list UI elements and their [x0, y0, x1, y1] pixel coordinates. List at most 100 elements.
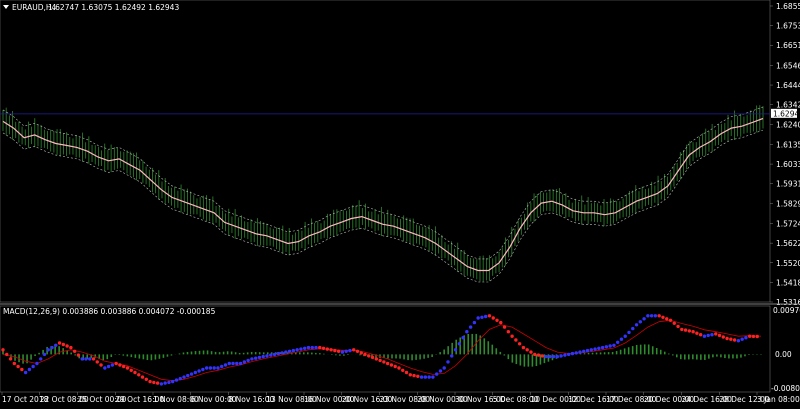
- macd-point: [491, 316, 495, 320]
- price-scale-label: 1.55200: [776, 259, 800, 268]
- macd-point: [521, 345, 526, 350]
- price-scale[interactable]: 1.68550 1.67530 1.66510 1.65460 1.64440 1.634…: [770, 2, 800, 307]
- macd-point: [683, 328, 688, 332]
- macd-point: [529, 350, 533, 354]
- macd-point: [204, 366, 209, 370]
- macd-point: [103, 366, 107, 370]
- macd-point: [646, 314, 650, 318]
- price-scale-label: 1.59310: [776, 180, 800, 189]
- macd-point: [174, 378, 179, 382]
- macd-point: [615, 340, 620, 344]
- macd-point: [506, 330, 511, 334]
- macd-point: [585, 348, 590, 353]
- macd-point: [216, 366, 220, 370]
- macd-point: [231, 361, 235, 366]
- macd-point: [99, 363, 103, 367]
- macd-point: [212, 366, 216, 370]
- price-scale-label: 1.54180: [776, 278, 800, 287]
- macd-point: [510, 334, 514, 338]
- macd-point: [484, 314, 488, 319]
- macd-point: [197, 369, 201, 373]
- macd-point: [8, 357, 13, 361]
- macd-point: [318, 345, 322, 350]
- price-scale-label: 1.65460: [776, 61, 800, 70]
- macd-point: [706, 333, 710, 338]
- macd-point: [306, 345, 311, 350]
- macd-point: [57, 341, 62, 345]
- macd-point: [563, 353, 567, 357]
- macd-point: [687, 329, 692, 333]
- macd-point: [1, 348, 5, 352]
- macd-point: [272, 352, 277, 357]
- macd-point: [533, 352, 537, 357]
- macd-point: [691, 330, 695, 334]
- macd-point: [374, 357, 379, 361]
- macd-point: [235, 361, 239, 366]
- macd-point: [695, 331, 699, 335]
- macd-point: [227, 361, 231, 366]
- price-scale-label: 1.66510: [776, 41, 800, 50]
- macd-point: [729, 337, 733, 341]
- macd-point: [751, 334, 756, 339]
- macd-point: [325, 347, 330, 351]
- macd-point: [710, 333, 714, 337]
- macd-point: [250, 357, 254, 361]
- macd-point: [31, 364, 35, 369]
- macd-point: [167, 380, 171, 385]
- price-scale-label: 1.67530: [776, 22, 800, 31]
- macd-point: [348, 348, 352, 353]
- macd-point: [42, 352, 47, 357]
- macd-point: [223, 363, 228, 367]
- macd-point: [253, 356, 258, 360]
- macd-point: [302, 346, 307, 350]
- macd-point: [336, 349, 341, 353]
- macd-point: [182, 375, 186, 379]
- chart-canvas[interactable]: EURAUD,H4 1.62747 1.63075 1.62492 1.6294…: [0, 0, 800, 405]
- macd-point: [359, 351, 363, 355]
- main-price-window[interactable]: EURAUD,H4 1.62747 1.63075 1.62492 1.6294…: [0, 0, 771, 303]
- macd-point: [12, 361, 17, 366]
- macd-point: [295, 348, 299, 352]
- macd-point: [65, 344, 69, 348]
- macd-point: [363, 352, 367, 357]
- macd-point: [574, 351, 578, 355]
- price-scale-label: 1.56220: [776, 239, 800, 248]
- macd-point: [310, 345, 314, 350]
- macd-point: [269, 353, 273, 357]
- macd-point: [559, 354, 563, 358]
- macd-point: [121, 364, 126, 369]
- macd-point: [698, 333, 703, 337]
- macd-point: [472, 320, 477, 325]
- macd-point: [333, 348, 337, 353]
- time-axis[interactable]: 17 Oct 201822 Oct 08:0025 Oct 00:0029 Oc…: [1, 392, 800, 404]
- price-scale-label: 1.63420: [776, 101, 800, 110]
- macd-point: [189, 372, 194, 376]
- macd-point: [468, 325, 473, 329]
- macd-point: [340, 350, 345, 354]
- macd-point: [280, 351, 284, 355]
- macd-window[interactable]: MACD(12,26,9) 0.003886 0.003886 0.004072…: [0, 305, 800, 393]
- macd-point: [152, 380, 156, 385]
- macd-point: [755, 334, 759, 339]
- macd-point: [499, 320, 503, 325]
- macd-point: [35, 361, 39, 366]
- macd-point: [344, 349, 348, 353]
- macd-point: [84, 357, 88, 361]
- macd-point: [717, 333, 722, 338]
- macd-point: [634, 323, 639, 327]
- macd-point: [453, 348, 458, 352]
- macd-point: [208, 366, 213, 370]
- price-scale-label: 1.60330: [776, 160, 800, 169]
- macd-point: [404, 370, 409, 375]
- macd-point: [16, 364, 20, 369]
- macd-point: [600, 345, 605, 350]
- macd-point: [133, 370, 137, 375]
- macd-point: [355, 349, 360, 353]
- macd-point: [619, 337, 624, 341]
- macd-point: [649, 314, 654, 318]
- macd-point: [389, 363, 394, 367]
- macd-point: [566, 352, 571, 357]
- macd-point: [276, 351, 280, 356]
- macd-point: [438, 369, 443, 373]
- macd-point: [382, 360, 386, 364]
